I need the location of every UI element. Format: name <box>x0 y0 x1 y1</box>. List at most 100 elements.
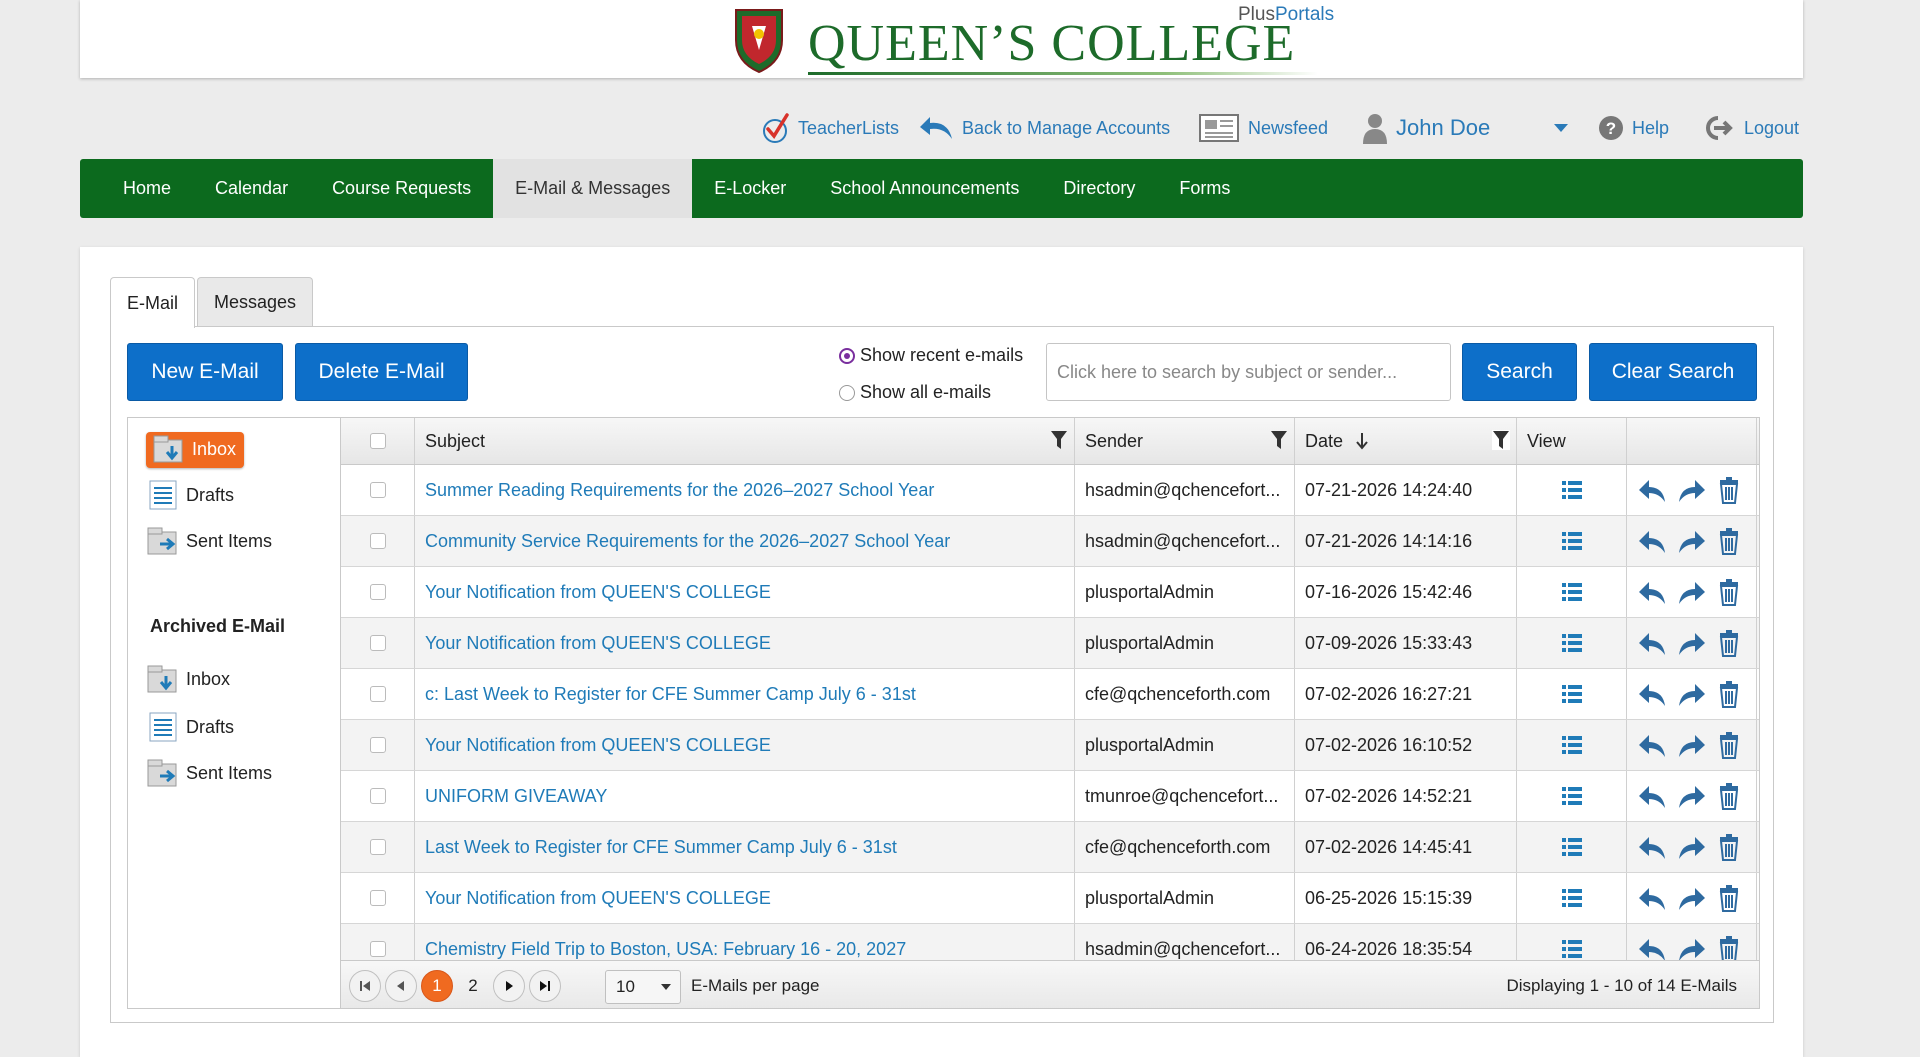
email-subject[interactable]: Chemistry Field Trip to Boston, USA: Feb… <box>415 924 1075 960</box>
reply-icon[interactable] <box>1637 475 1669 505</box>
row-checkbox[interactable] <box>369 584 386 600</box>
delete-icon[interactable] <box>1713 832 1745 862</box>
nav-course-requests[interactable]: Course Requests <box>310 159 493 218</box>
row-checkbox[interactable] <box>369 737 386 753</box>
delete-icon[interactable] <box>1713 679 1745 709</box>
user-menu-dropdown-button[interactable] <box>1553 108 1569 148</box>
delete-icon[interactable] <box>1713 934 1745 960</box>
reply-icon[interactable] <box>1637 577 1669 607</box>
page-size-select[interactable]: 10 <box>605 970 681 1004</box>
folder-inbox[interactable]: Inbox <box>146 432 245 468</box>
filter-icon[interactable] <box>1270 430 1288 450</box>
reply-icon[interactable] <box>1637 934 1669 960</box>
logout-link[interactable]: Logout <box>1702 108 1799 148</box>
email-row[interactable]: Chemistry Field Trip to Boston, USA: Feb… <box>341 924 1759 960</box>
email-subject[interactable]: Summer Reading Requirements for the 2026… <box>415 465 1075 515</box>
row-checkbox[interactable] <box>369 533 386 549</box>
row-checkbox[interactable] <box>369 482 386 498</box>
help-link[interactable]: ? Help <box>1598 108 1669 148</box>
reply-icon[interactable] <box>1637 628 1669 658</box>
next-page-button[interactable] <box>493 970 525 1002</box>
row-checkbox[interactable] <box>369 941 386 957</box>
email-row[interactable]: Last Week to Register for CFE Summer Cam… <box>341 822 1759 873</box>
email-subject[interactable]: Your Notification from QUEEN'S COLLEGE <box>415 720 1075 770</box>
delete-icon[interactable] <box>1713 577 1745 607</box>
nav-school-announcements[interactable]: School Announcements <box>808 159 1041 218</box>
view-details-icon[interactable] <box>1556 577 1588 607</box>
email-subject[interactable]: c: Last Week to Register for CFE Summer … <box>415 669 1075 719</box>
archived-folder-inbox[interactable]: Inbox <box>146 664 230 694</box>
email-row[interactable]: UNIFORM GIVEAWAY tmunroe@qchencefort... … <box>341 771 1759 822</box>
forward-icon[interactable] <box>1675 832 1707 862</box>
forward-icon[interactable] <box>1675 577 1707 607</box>
view-details-icon[interactable] <box>1556 934 1588 960</box>
delete-icon[interactable] <box>1713 475 1745 505</box>
row-checkbox[interactable] <box>369 839 386 855</box>
email-subject[interactable]: Your Notification from QUEEN'S COLLEGE <box>415 618 1075 668</box>
date-header[interactable]: Date <box>1295 418 1517 464</box>
row-checkbox[interactable] <box>369 890 386 906</box>
last-page-button[interactable] <box>529 970 561 1002</box>
nav-e-locker[interactable]: E-Locker <box>692 159 808 218</box>
email-row[interactable]: Your Notification from QUEEN'S COLLEGE p… <box>341 720 1759 771</box>
nav-email-messages[interactable]: E-Mail & Messages <box>493 159 693 218</box>
view-details-icon[interactable] <box>1556 730 1588 760</box>
forward-icon[interactable] <box>1675 679 1707 709</box>
new-email-button[interactable]: New E-Mail <box>127 343 283 401</box>
delete-icon[interactable] <box>1713 730 1745 760</box>
email-subject[interactable]: Your Notification from QUEEN'S COLLEGE <box>415 567 1075 617</box>
row-checkbox[interactable] <box>369 686 386 702</box>
reply-icon[interactable] <box>1637 883 1669 913</box>
nav-directory[interactable]: Directory <box>1041 159 1157 218</box>
view-details-icon[interactable] <box>1556 832 1588 862</box>
reply-icon[interactable] <box>1637 832 1669 862</box>
email-row[interactable]: Your Notification from QUEEN'S COLLEGE p… <box>341 873 1759 924</box>
reply-icon[interactable] <box>1637 730 1669 760</box>
delete-icon[interactable] <box>1713 628 1745 658</box>
forward-icon[interactable] <box>1675 730 1707 760</box>
email-subject[interactable]: Community Service Requirements for the 2… <box>415 516 1075 566</box>
reply-icon[interactable] <box>1637 526 1669 556</box>
view-details-icon[interactable] <box>1556 679 1588 709</box>
show-recent-radio[interactable]: Show recent e-mails <box>839 345 1023 366</box>
search-input[interactable] <box>1046 343 1451 401</box>
row-checkbox[interactable] <box>369 635 386 651</box>
filter-icon[interactable] <box>1492 430 1510 450</box>
tab-messages[interactable]: Messages <box>197 277 314 327</box>
reply-icon[interactable] <box>1637 781 1669 811</box>
sender-header[interactable]: Sender <box>1075 418 1295 464</box>
forward-icon[interactable] <box>1675 475 1707 505</box>
email-row[interactable]: Your Notification from QUEEN'S COLLEGE p… <box>341 618 1759 669</box>
page-1-button[interactable]: 1 <box>421 970 453 1002</box>
delete-icon[interactable] <box>1713 526 1745 556</box>
archived-folder-drafts[interactable]: Drafts <box>146 712 234 742</box>
clear-search-button[interactable]: Clear Search <box>1589 343 1757 401</box>
forward-icon[interactable] <box>1675 526 1707 556</box>
email-subject[interactable]: UNIFORM GIVEAWAY <box>415 771 1075 821</box>
tab-email[interactable]: E-Mail <box>110 277 196 328</box>
delete-icon[interactable] <box>1713 883 1745 913</box>
previous-page-button[interactable] <box>385 970 417 1002</box>
nav-forms[interactable]: Forms <box>1157 159 1252 218</box>
view-details-icon[interactable] <box>1556 526 1588 556</box>
folder-sent-items[interactable]: Sent Items <box>146 526 272 556</box>
view-details-icon[interactable] <box>1556 475 1588 505</box>
view-details-icon[interactable] <box>1556 781 1588 811</box>
row-checkbox[interactable] <box>369 788 386 804</box>
delete-icon[interactable] <box>1713 781 1745 811</box>
email-row[interactable]: Your Notification from QUEEN'S COLLEGE p… <box>341 567 1759 618</box>
forward-icon[interactable] <box>1675 628 1707 658</box>
reply-icon[interactable] <box>1637 679 1669 709</box>
email-subject[interactable]: Last Week to Register for CFE Summer Cam… <box>415 822 1075 872</box>
teacherlists-link[interactable]: TeacherLists <box>760 108 899 148</box>
newsfeed-link[interactable]: Newsfeed <box>1198 108 1328 148</box>
select-all-checkbox[interactable] <box>369 433 386 449</box>
page-2-button[interactable]: 2 <box>457 970 489 1002</box>
show-all-radio[interactable]: Show all e-mails <box>839 382 991 403</box>
search-button[interactable]: Search <box>1462 343 1577 401</box>
nav-calendar[interactable]: Calendar <box>193 159 310 218</box>
first-page-button[interactable] <box>349 970 381 1002</box>
email-row[interactable]: Summer Reading Requirements for the 2026… <box>341 465 1759 516</box>
archived-folder-sent-items[interactable]: Sent Items <box>146 758 272 788</box>
back-to-manage-accounts-link[interactable]: Back to Manage Accounts <box>918 108 1170 148</box>
